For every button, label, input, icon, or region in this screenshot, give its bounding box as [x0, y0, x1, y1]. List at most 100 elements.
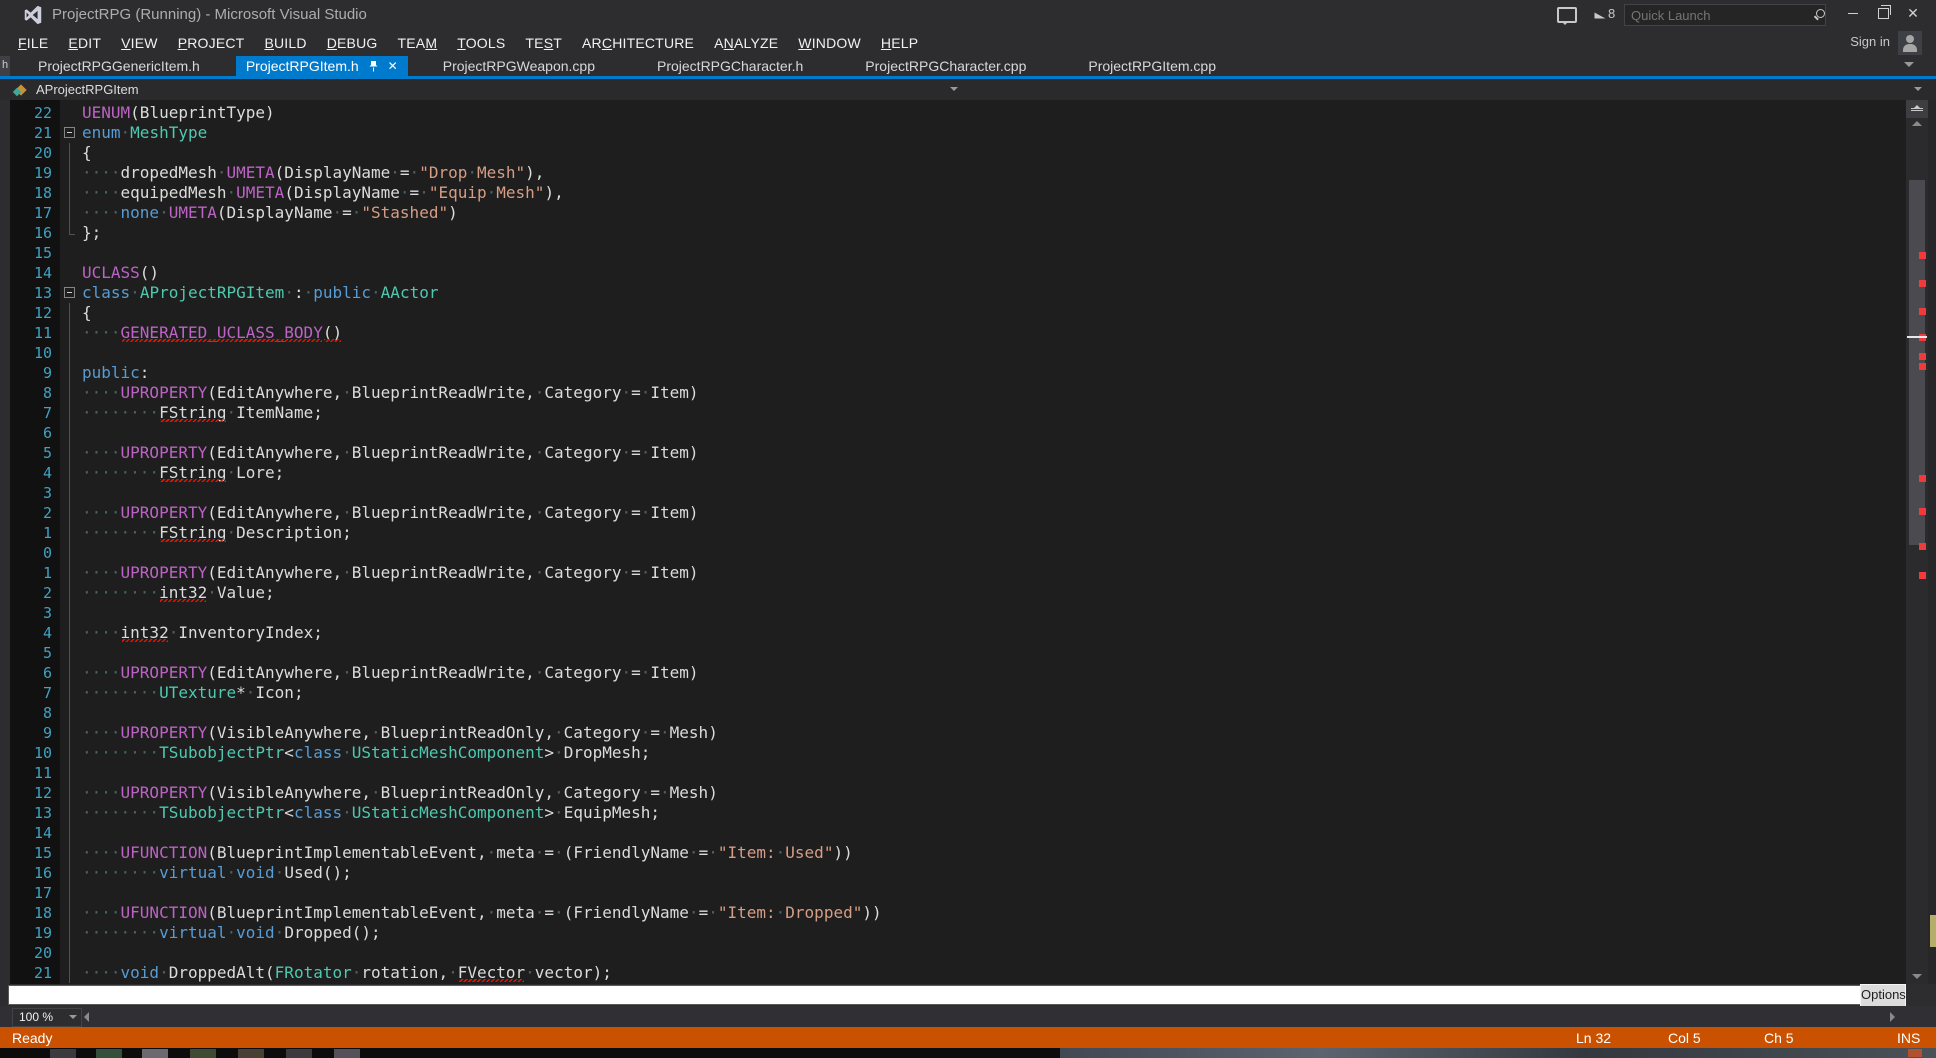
code-line[interactable]: 11····GENERATED_UCLASS_BODY() — [10, 323, 1906, 343]
code-line[interactable]: 4········FString·Lore; — [10, 463, 1906, 483]
line-number[interactable]: 2 — [10, 583, 60, 603]
code-line[interactable]: 20{ — [10, 143, 1906, 163]
code-line[interactable]: 5 — [10, 643, 1906, 663]
menu-item-debug[interactable]: DEBUG — [317, 31, 388, 55]
pin-icon[interactable] — [368, 60, 379, 72]
menu-item-view[interactable]: VIEW — [111, 31, 168, 55]
line-number[interactable]: 4 — [10, 463, 60, 483]
line-number[interactable]: 9 — [10, 363, 60, 383]
line-number[interactable]: 17 — [10, 883, 60, 903]
code-line[interactable]: 13········TSubobjectPtr<class·UStaticMes… — [10, 803, 1906, 823]
minimize-button[interactable] — [1838, 0, 1868, 26]
line-number[interactable]: 8 — [10, 703, 60, 723]
scrollbar-track[interactable] — [1906, 132, 1928, 968]
close-tab-icon[interactable]: ✕ — [388, 59, 398, 73]
line-number[interactable]: 12 — [10, 303, 60, 323]
code-line[interactable]: 9····UPROPERTY(VisibleAnywhere,·Blueprin… — [10, 723, 1906, 743]
code-line[interactable]: 7········UTexture*·Icon; — [10, 683, 1906, 703]
taskbar-icon[interactable] — [238, 1049, 264, 1058]
error-mark[interactable] — [1919, 475, 1926, 482]
line-number[interactable]: 20 — [10, 143, 60, 163]
user-avatar[interactable] — [1898, 31, 1922, 55]
code-line[interactable]: 8····UPROPERTY(EditAnywhere,·BlueprintRe… — [10, 383, 1906, 403]
fold-collapse-icon[interactable] — [60, 283, 82, 303]
code-line[interactable]: 6 — [10, 423, 1906, 443]
line-number[interactable]: 13 — [10, 283, 60, 303]
error-mark[interactable] — [1919, 252, 1926, 259]
line-number[interactable]: 20 — [10, 943, 60, 963]
feedback-icon[interactable] — [1557, 7, 1577, 23]
code-line[interactable]: 8 — [10, 703, 1906, 723]
quick-launch-box[interactable] — [1624, 4, 1826, 26]
code-line[interactable]: 15 — [10, 243, 1906, 263]
code-editor[interactable]: 22UENUM(BlueprintType)21enum·MeshType20{… — [0, 100, 1936, 984]
line-number[interactable]: 12 — [10, 783, 60, 803]
error-mark[interactable] — [1919, 280, 1926, 287]
code-line[interactable]: 20 — [10, 943, 1906, 963]
line-number[interactable]: 14 — [10, 823, 60, 843]
code-line[interactable]: 16········virtual·void·Used(); — [10, 863, 1906, 883]
error-mark[interactable] — [1919, 363, 1926, 370]
line-number[interactable]: 11 — [10, 323, 60, 343]
tab-ProjectRPGItem.cpp[interactable]: ProjectRPGItem.cpp — [1062, 56, 1242, 76]
tab-ProjectRPGCharacter.h[interactable]: ProjectRPGCharacter.h — [631, 56, 829, 76]
split-editor-handle[interactable] — [1906, 100, 1928, 118]
line-number[interactable]: 10 — [10, 743, 60, 763]
line-number[interactable]: 15 — [10, 843, 60, 863]
taskbar-icon[interactable] — [50, 1049, 76, 1058]
line-number[interactable]: 19 — [10, 923, 60, 943]
line-number[interactable]: 4 — [10, 623, 60, 643]
code-line[interactable]: 7········FString·ItemName; — [10, 403, 1906, 423]
line-number[interactable]: 16 — [10, 863, 60, 883]
members-dropdown[interactable] — [962, 79, 1926, 100]
taskbar-icon[interactable] — [1908, 1049, 1922, 1057]
code-line[interactable]: 9public: — [10, 363, 1906, 383]
vertical-scrollbar[interactable] — [1906, 100, 1928, 984]
code-line[interactable]: 5····UPROPERTY(EditAnywhere,·BlueprintRe… — [10, 443, 1906, 463]
line-number[interactable]: 7 — [10, 683, 60, 703]
horizontal-scrollbar[interactable]: 100 % — [0, 1006, 1936, 1027]
taskbar-icon[interactable] — [96, 1049, 122, 1058]
code-line[interactable]: 21enum·MeshType — [10, 123, 1906, 143]
code-line[interactable]: 6····UPROPERTY(EditAnywhere,·BlueprintRe… — [10, 663, 1906, 683]
tab-overflow-icon[interactable] — [1904, 62, 1914, 72]
line-number[interactable]: 8 — [10, 383, 60, 403]
zoom-control[interactable]: 100 % — [12, 1008, 82, 1027]
line-number[interactable]: 21 — [10, 123, 60, 143]
code-line[interactable]: 22UENUM(BlueprintType) — [10, 103, 1906, 123]
code-line[interactable]: 10········TSubobjectPtr<class·UStaticMes… — [10, 743, 1906, 763]
code-line[interactable]: 3 — [10, 603, 1906, 623]
error-mark[interactable] — [1919, 308, 1926, 315]
restore-button[interactable] — [1868, 0, 1898, 26]
code-line[interactable]: 2····UPROPERTY(EditAnywhere,·BlueprintRe… — [10, 503, 1906, 523]
line-number[interactable]: 2 — [10, 503, 60, 523]
taskbar-icon[interactable] — [286, 1049, 312, 1058]
tab-ProjectRPGWeapon.cpp[interactable]: ProjectRPGWeapon.cpp — [417, 56, 621, 76]
scroll-up-icon[interactable] — [1912, 121, 1922, 126]
code-line[interactable]: 14 — [10, 823, 1906, 843]
line-number[interactable]: 3 — [10, 603, 60, 623]
menu-item-edit[interactable]: EDIT — [58, 31, 111, 55]
code-line[interactable]: 13class·AProjectRPGItem·:·public·AActor — [10, 283, 1906, 303]
code-line[interactable]: 1····UPROPERTY(EditAnywhere,·BlueprintRe… — [10, 563, 1906, 583]
line-number[interactable]: 18 — [10, 903, 60, 923]
line-number[interactable]: 6 — [10, 663, 60, 683]
code-line[interactable]: 12{ — [10, 303, 1906, 323]
taskbar-icon[interactable] — [190, 1049, 216, 1058]
tab-ProjectRPGCharacter.cpp[interactable]: ProjectRPGCharacter.cpp — [839, 56, 1052, 76]
code-line[interactable]: 12····UPROPERTY(VisibleAnywhere,·Bluepri… — [10, 783, 1906, 803]
error-mark[interactable] — [1919, 543, 1926, 550]
menu-item-analyze[interactable]: ANALYZE — [704, 31, 788, 55]
sign-in-link[interactable]: Sign in — [1850, 34, 1890, 49]
code-line[interactable]: 17 — [10, 883, 1906, 903]
line-number[interactable]: 14 — [10, 263, 60, 283]
code-line[interactable]: 4····int32·InventoryIndex; — [10, 623, 1906, 643]
menu-item-team[interactable]: TEAM — [387, 31, 447, 55]
menu-item-window[interactable]: WINDOW — [788, 31, 871, 55]
code-line[interactable]: 16}; — [10, 223, 1906, 243]
line-number[interactable]: 19 — [10, 163, 60, 183]
line-number[interactable]: 5 — [10, 643, 60, 663]
line-number[interactable]: 6 — [10, 423, 60, 443]
code-line[interactable]: 2········int32·Value; — [10, 583, 1906, 603]
menu-item-architecture[interactable]: ARCHITECTURE — [572, 31, 704, 55]
